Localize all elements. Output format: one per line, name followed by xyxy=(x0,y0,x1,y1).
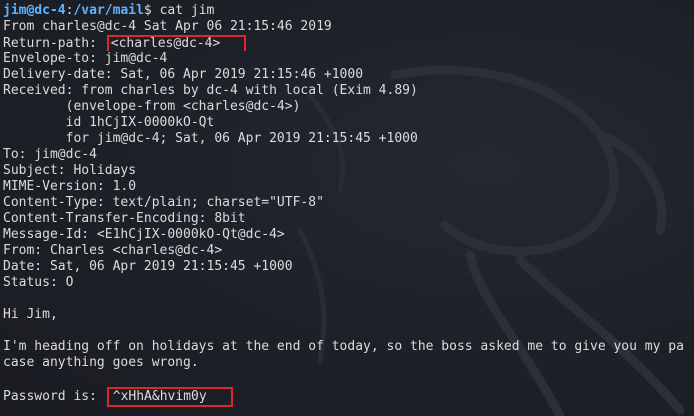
prompt-user-host: jim@dc-4 xyxy=(3,3,66,18)
envelope-to-line: Envelope-to: jim@dc-4 xyxy=(3,51,168,66)
return-path-line: Return-path: <charles@dc-4> xyxy=(3,35,694,51)
password-highlight: ^xHhA&hvim0y xyxy=(106,387,233,407)
body-line-2: case anything goes wrong. xyxy=(3,355,199,370)
received-line-4: for jim@dc-4; Sat, 06 Apr 2019 21:15:45 … xyxy=(3,131,418,146)
password-line: Password is: ^xHhA&hvim0y xyxy=(3,387,694,407)
body-line-1: I'm heading off on holidays at the end o… xyxy=(3,339,684,354)
received-line-1: Received: from charles by dc-4 with loca… xyxy=(3,83,418,98)
prompt-sign: $ xyxy=(143,3,160,18)
status-line: Status: O xyxy=(3,275,74,290)
from-line: From: Charles <charles@dc-4> xyxy=(3,243,223,258)
content-type-line: Content-Type: text/plain; charset="UTF-8… xyxy=(3,195,324,210)
date-line: Date: Sat, 06 Apr 2019 21:15:45 +1000 xyxy=(3,259,293,274)
message-id-line: Message-Id: <E1hCjIX-0000kO-Qt@dc-4> xyxy=(3,227,285,242)
greeting-line: Hi Jim, xyxy=(3,307,58,322)
return-path-key: Return-path: xyxy=(3,36,97,51)
delivery-date-line: Delivery-date: Sat, 06 Apr 2019 21:15:46… xyxy=(3,67,364,82)
content-encoding-line: Content-Transfer-Encoding: 8bit xyxy=(3,211,246,226)
mail-from-line: From charles@dc-4 Sat Apr 06 21:15:46 20… xyxy=(3,19,332,34)
to-line: To: jim@dc-4 xyxy=(3,147,97,162)
received-line-3: id 1hCjIX-0000kO-Qt xyxy=(3,115,215,130)
terminal-window[interactable]: jim@dc-4:/var/mail$ cat jim From charles… xyxy=(0,0,694,416)
return-path-highlight: <charles@dc-4> xyxy=(106,35,247,51)
terminal-output: jim@dc-4:/var/mail$ cat jim From charles… xyxy=(3,3,694,407)
subject-line: Subject: Holidays xyxy=(3,163,137,178)
mime-version-line: MIME-Version: 1.0 xyxy=(3,179,137,194)
command-text: cat jim xyxy=(159,3,215,18)
prompt-path: /var/mail xyxy=(73,3,144,18)
password-key: Password is: xyxy=(3,389,97,404)
received-line-2: (envelope-from <charles@dc-4>) xyxy=(3,99,301,114)
command-line: jim@dc-4:/var/mail$ cat jim xyxy=(3,3,694,19)
